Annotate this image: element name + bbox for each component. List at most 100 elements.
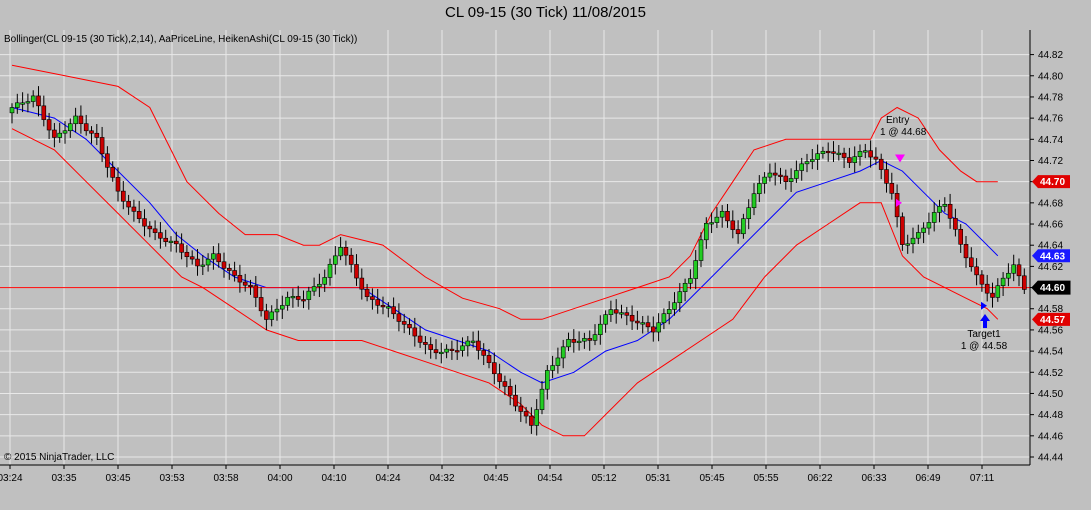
candle-bullish[interactable] bbox=[809, 159, 815, 162]
candle-bearish[interactable] bbox=[163, 237, 168, 242]
candle-bearish[interactable] bbox=[486, 355, 492, 363]
candle-bearish[interactable] bbox=[730, 220, 736, 230]
candle-bearish[interactable] bbox=[629, 314, 635, 322]
candle-bearish[interactable] bbox=[974, 266, 979, 276]
candle-bearish[interactable] bbox=[990, 292, 995, 298]
candle-bullish[interactable] bbox=[719, 211, 725, 218]
candle-bearish[interactable] bbox=[136, 211, 142, 219]
candle-bearish[interactable] bbox=[868, 150, 873, 158]
candle-bullish[interactable] bbox=[799, 163, 805, 171]
candle-bearish[interactable] bbox=[889, 183, 895, 194]
candle-bullish[interactable] bbox=[656, 322, 661, 333]
candle-bullish[interactable] bbox=[582, 338, 587, 342]
candle-bullish[interactable] bbox=[57, 132, 63, 138]
candle-bullish[interactable] bbox=[767, 172, 773, 178]
candle-bearish[interactable] bbox=[131, 206, 137, 212]
candle-bullish[interactable] bbox=[815, 153, 820, 160]
candle-bearish[interactable] bbox=[412, 327, 418, 337]
candle-bearish[interactable] bbox=[348, 254, 354, 265]
candle-bearish[interactable] bbox=[36, 95, 41, 107]
candle-bearish[interactable] bbox=[99, 137, 105, 155]
candle-bearish[interactable] bbox=[735, 229, 741, 235]
candle-bullish[interactable] bbox=[852, 156, 858, 163]
candle-bullish[interactable] bbox=[306, 290, 312, 300]
candle-bearish[interactable] bbox=[110, 167, 115, 178]
candle-bullish[interactable] bbox=[269, 311, 275, 320]
candle-bearish[interactable] bbox=[237, 275, 243, 283]
candle-bearish[interactable] bbox=[953, 218, 958, 230]
candle-bearish[interactable] bbox=[847, 157, 852, 163]
candle-bearish[interactable] bbox=[227, 267, 232, 271]
candle-bearish[interactable] bbox=[947, 203, 953, 219]
candle-bullish[interactable] bbox=[703, 222, 709, 241]
candle-bearish[interactable] bbox=[518, 405, 524, 412]
candle-bullish[interactable] bbox=[603, 314, 608, 325]
candle-bearish[interactable] bbox=[513, 394, 518, 407]
candle-bearish[interactable] bbox=[481, 350, 487, 356]
candle-bearish[interactable] bbox=[115, 177, 121, 192]
candle-bearish[interactable] bbox=[89, 130, 94, 134]
candle-bullish[interactable] bbox=[438, 351, 444, 354]
candle-bearish[interactable] bbox=[258, 297, 264, 312]
candle-bullish[interactable] bbox=[693, 260, 699, 279]
candle-bullish[interactable] bbox=[311, 286, 317, 292]
candle-bearish[interactable] bbox=[454, 350, 460, 353]
candle-bullish[interactable] bbox=[597, 323, 603, 335]
candle-bearish[interactable] bbox=[52, 129, 57, 138]
candle-bearish[interactable] bbox=[523, 411, 529, 417]
candle-bearish[interactable] bbox=[253, 285, 259, 298]
candle-bearish[interactable] bbox=[968, 257, 974, 268]
candle-bullish[interactable] bbox=[926, 222, 932, 229]
candle-bearish[interactable] bbox=[221, 261, 227, 269]
candle-bearish[interactable] bbox=[94, 132, 100, 138]
candle-bearish[interactable] bbox=[958, 228, 964, 245]
candle-bullish[interactable] bbox=[279, 305, 285, 310]
candle-bullish[interactable] bbox=[290, 296, 296, 299]
candle-bullish[interactable] bbox=[741, 218, 746, 235]
candle-bearish[interactable] bbox=[232, 270, 237, 276]
candle-bearish[interactable] bbox=[878, 158, 884, 170]
candle-bullish[interactable] bbox=[534, 409, 540, 426]
candle-bullish[interactable] bbox=[931, 212, 937, 223]
candle-bearish[interactable] bbox=[41, 105, 47, 120]
candle-bullish[interactable] bbox=[608, 309, 614, 315]
candle-bearish[interactable] bbox=[778, 174, 783, 177]
candle-bullish[interactable] bbox=[640, 322, 646, 325]
candle-bearish[interactable] bbox=[189, 256, 195, 260]
candle-bearish[interactable] bbox=[179, 243, 184, 253]
candle-bearish[interactable] bbox=[963, 244, 969, 259]
candle-bearish[interactable] bbox=[407, 324, 412, 329]
candle-bullish[interactable] bbox=[756, 183, 762, 195]
candle-bearish[interactable] bbox=[46, 119, 52, 131]
candle-bullish[interactable] bbox=[1000, 277, 1006, 286]
candle-bullish[interactable] bbox=[688, 278, 693, 284]
candle-bullish[interactable] bbox=[566, 339, 571, 348]
candle-bullish[interactable] bbox=[746, 207, 752, 219]
candle-bearish[interactable] bbox=[645, 322, 651, 328]
candle-bearish[interactable] bbox=[126, 200, 131, 208]
candle-bearish[interactable] bbox=[491, 362, 497, 375]
candle-bullish[interactable] bbox=[862, 150, 868, 153]
candle-bullish[interactable] bbox=[385, 306, 391, 309]
candle-bullish[interactable] bbox=[25, 101, 31, 104]
candle-bearish[interactable] bbox=[650, 326, 656, 333]
candle-bearish[interactable] bbox=[364, 288, 370, 297]
candle-bullish[interactable] bbox=[68, 123, 73, 132]
candle-bearish[interactable] bbox=[78, 115, 84, 124]
candle-bearish[interactable] bbox=[83, 123, 89, 132]
candle-bullish[interactable] bbox=[910, 237, 916, 245]
candle-bearish[interactable] bbox=[613, 309, 619, 314]
candle-bullish[interactable] bbox=[62, 130, 68, 134]
candle-bullish[interactable] bbox=[322, 277, 328, 285]
candle-bullish[interactable] bbox=[73, 115, 78, 125]
candle-bullish[interactable] bbox=[30, 95, 36, 102]
candle-bearish[interactable] bbox=[873, 156, 879, 160]
candle-bearish[interactable] bbox=[571, 339, 577, 343]
candle-bearish[interactable] bbox=[152, 228, 158, 233]
candle-bearish[interactable] bbox=[248, 284, 253, 288]
candle-bearish[interactable] bbox=[184, 251, 190, 258]
candle-bullish[interactable] bbox=[327, 263, 333, 278]
candle-bearish[interactable] bbox=[449, 348, 455, 351]
candle-bullish[interactable] bbox=[714, 216, 720, 223]
candle-bullish[interactable] bbox=[709, 222, 714, 225]
